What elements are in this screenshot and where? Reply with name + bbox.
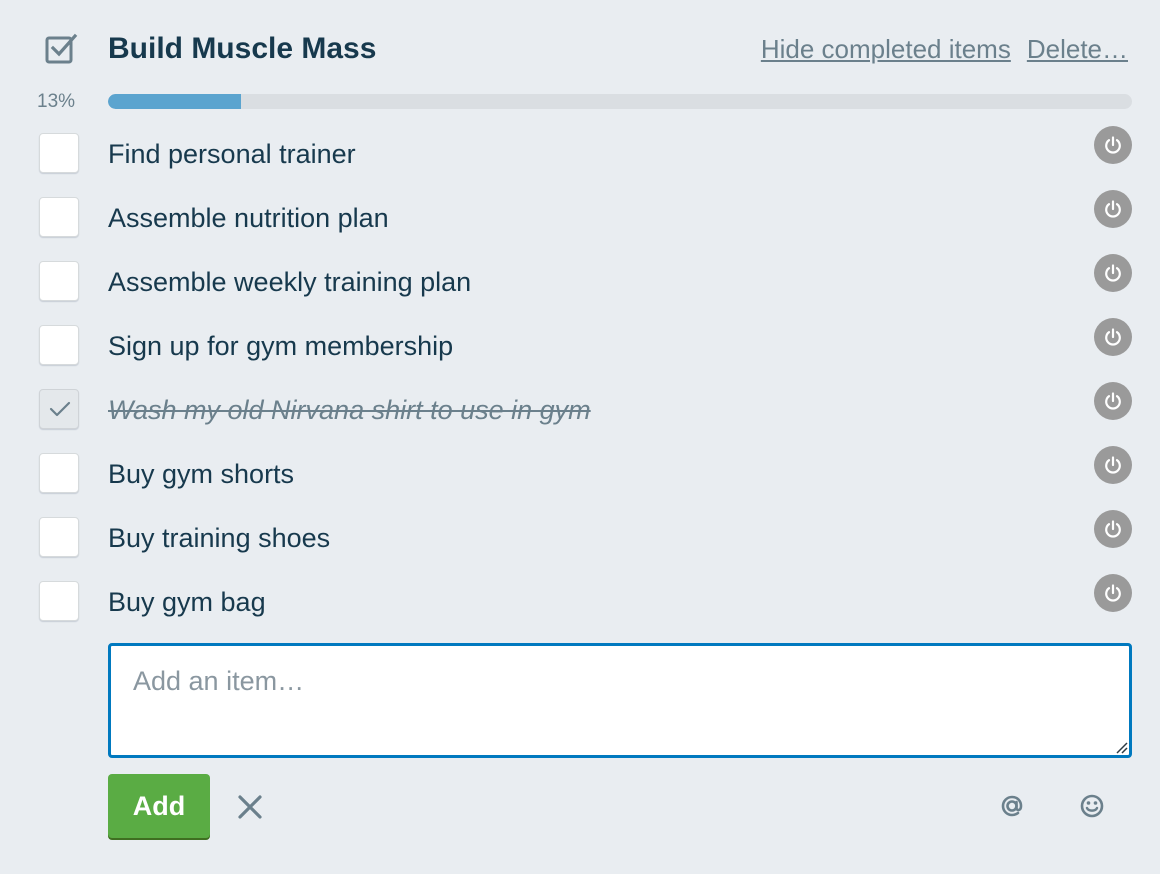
- item-checkbox[interactable]: [39, 517, 79, 557]
- item-action-button[interactable]: [1094, 382, 1132, 420]
- power-icon: [1105, 584, 1121, 602]
- item-label[interactable]: Find personal trainer: [108, 136, 356, 172]
- item-checkbox[interactable]: [39, 453, 79, 493]
- checklist-icon: [45, 33, 78, 64]
- item-checkbox[interactable]: [39, 581, 79, 621]
- power-icon: [1105, 136, 1121, 154]
- progress-bar: [108, 94, 1132, 109]
- add-item-input[interactable]: [108, 643, 1132, 758]
- item-checkbox[interactable]: [39, 325, 79, 365]
- add-button[interactable]: Add: [108, 774, 210, 838]
- checklist-item: Buy gym bag: [0, 570, 1160, 634]
- item-label[interactable]: Buy gym bag: [108, 584, 266, 620]
- power-icon: [1105, 264, 1121, 282]
- power-icon: [1105, 328, 1121, 346]
- item-checkbox[interactable]: [39, 389, 79, 429]
- item-label[interactable]: Assemble nutrition plan: [108, 200, 389, 236]
- checklist-item: Buy training shoes: [0, 506, 1160, 570]
- item-action-button[interactable]: [1094, 254, 1132, 292]
- checklist-item: Buy gym shorts: [0, 442, 1160, 506]
- close-icon[interactable]: [236, 793, 264, 821]
- item-action-button[interactable]: [1094, 318, 1132, 356]
- checkmark-icon: [49, 401, 71, 417]
- item-label[interactable]: Wash my old Nirvana shirt to use in gym: [108, 392, 591, 428]
- item-action-button[interactable]: [1094, 510, 1132, 548]
- checklist-item: Find personal trainer: [0, 122, 1160, 186]
- checklist: Build Muscle Mass Hide completed items D…: [0, 0, 1160, 874]
- hide-completed-link[interactable]: Hide completed items: [761, 30, 1011, 68]
- item-action-button[interactable]: [1094, 190, 1132, 228]
- item-action-button[interactable]: [1094, 574, 1132, 612]
- item-label[interactable]: Buy training shoes: [108, 520, 330, 556]
- checklist-header: Build Muscle Mass Hide completed items D…: [0, 0, 1160, 100]
- resize-grip-icon[interactable]: [1112, 738, 1128, 754]
- progress-bar-fill: [108, 94, 242, 109]
- smiley-icon[interactable]: [1078, 792, 1106, 820]
- item-action-button[interactable]: [1094, 126, 1132, 164]
- power-icon: [1105, 520, 1121, 538]
- item-checkbox[interactable]: [39, 197, 79, 237]
- power-icon: [1105, 200, 1121, 218]
- item-checkbox[interactable]: [39, 133, 79, 173]
- checklist-item: Sign up for gym membership: [0, 314, 1160, 378]
- header-actions: Hide completed items Delete…: [761, 30, 1128, 68]
- item-checkbox[interactable]: [39, 261, 79, 301]
- power-icon: [1105, 456, 1121, 474]
- at-icon[interactable]: [998, 792, 1026, 820]
- checklist-items: Find personal trainer Assemble nutrition …: [0, 122, 1160, 634]
- checklist-item: Assemble nutrition plan: [0, 186, 1160, 250]
- item-label[interactable]: Buy gym shorts: [108, 456, 294, 492]
- item-action-button[interactable]: [1094, 446, 1132, 484]
- item-label[interactable]: Sign up for gym membership: [108, 328, 453, 364]
- checklist-item: Assemble weekly training plan: [0, 250, 1160, 314]
- item-label[interactable]: Assemble weekly training plan: [108, 264, 471, 300]
- delete-link[interactable]: Delete…: [1027, 30, 1128, 68]
- progress-percent: 13%: [37, 91, 76, 112]
- power-icon: [1105, 392, 1121, 410]
- checklist-title[interactable]: Build Muscle Mass: [108, 29, 376, 69]
- checklist-item: Wash my old Nirvana shirt to use in gym: [0, 378, 1160, 442]
